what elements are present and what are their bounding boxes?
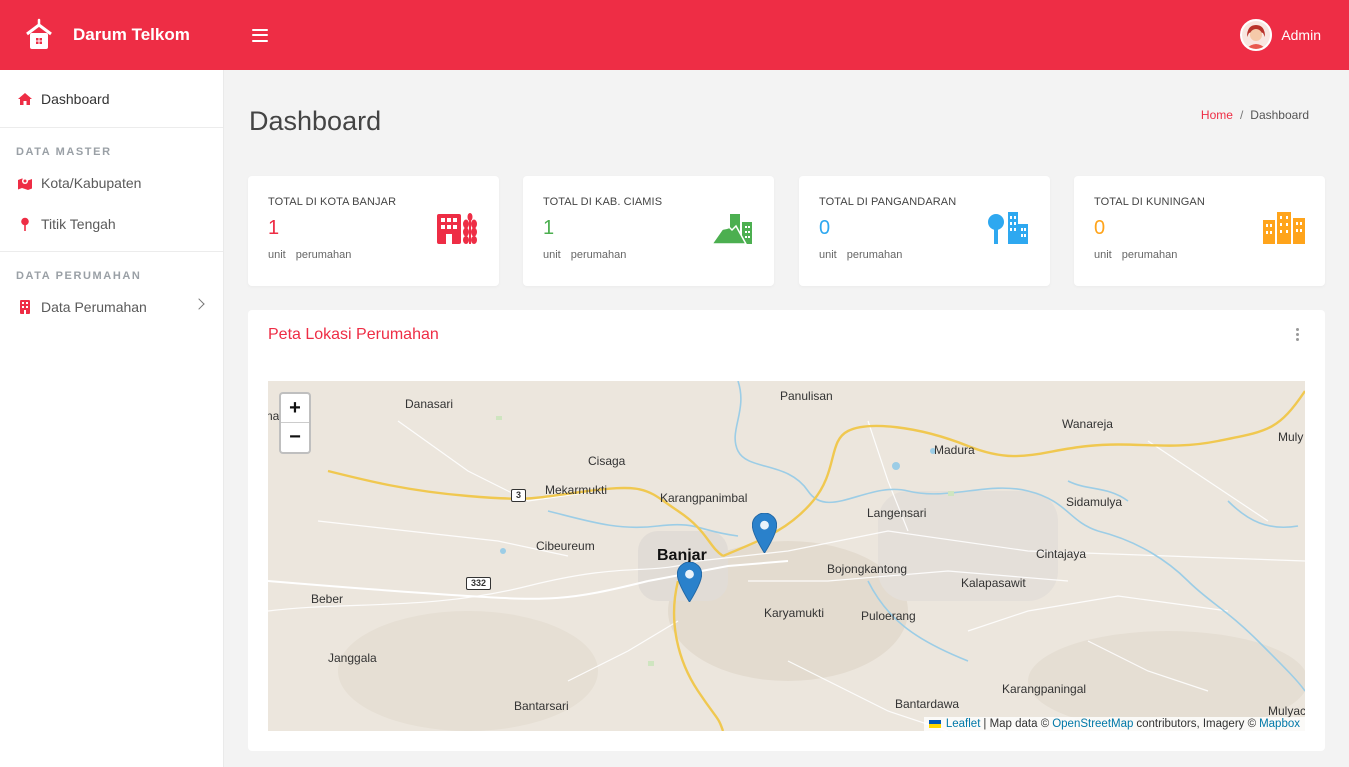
section-title-master: DATA MASTER (16, 146, 112, 158)
stat-unit: unit (543, 249, 561, 261)
stat-label: TOTAL DI KAB. CIAMIS (543, 196, 663, 208)
sidebar-item-label: Titik Tengah (41, 215, 116, 232)
breadcrumb-current: Dashboard (1250, 108, 1309, 122)
map-label: Cisaga (588, 454, 626, 468)
stat-card-pangandaran: TOTAL DI PANGANDARAN 0 unit perumahan (799, 176, 1050, 286)
stat-card-banjar: TOTAL DI KOTA BANJAR 1 unit perumahan (248, 176, 499, 286)
map-card: Peta Lokasi Perumahan na Danasari Panuli… (248, 310, 1325, 751)
attribution-text: | Map data © (983, 718, 1050, 730)
more-options-icon[interactable] (1296, 328, 1299, 341)
stat-label: TOTAL DI PANGANDARAN (819, 196, 957, 208)
map-marker-icon[interactable] (752, 513, 777, 553)
brand-name: Darum Telkom (73, 25, 190, 44)
road-shield: 332 (466, 577, 492, 590)
chevron-right-icon (193, 298, 205, 310)
stat-card-ciamis: TOTAL DI KAB. CIAMIS 1 unit perumahan (523, 176, 774, 286)
page-title: Dashboard (249, 106, 382, 136)
map-location-icon (17, 175, 33, 191)
top-navbar: Darum Telkom Admin (0, 0, 1349, 70)
city-icon (437, 213, 477, 244)
map-label: Cibeureum (536, 539, 595, 553)
stat-desc: perumahan (570, 249, 627, 261)
user-name: Admin (1281, 27, 1321, 43)
map-label: Mulyac (1268, 704, 1305, 718)
sidebar-item-kota[interactable]: Kota/Kabupaten (0, 162, 223, 203)
sidebar-item-data-perumahan[interactable]: Data Perumahan (0, 286, 223, 327)
map-label: Puloerang (861, 609, 916, 623)
stat-desc: perumahan (1121, 249, 1178, 261)
road-shield: 3 (511, 489, 527, 502)
zoom-control: + − (279, 392, 311, 454)
sidebar-item-label: Dashboard (41, 91, 110, 107)
section-title-perumahan: DATA PERUMAHAN (16, 270, 142, 282)
map-label: Janggala (328, 651, 377, 665)
mountain-city-icon (712, 214, 752, 245)
map-label: Danasari (405, 397, 454, 411)
map-label: Bantardawa (895, 697, 960, 711)
map-label: Madura (934, 443, 975, 457)
stat-unit: unit (1094, 249, 1112, 261)
map-label: Muly (1278, 430, 1304, 444)
building-icon (1263, 212, 1305, 244)
map-label: Karyamukti (764, 606, 825, 620)
map-label: Wanareja (1062, 417, 1113, 431)
map-label: Cintajaya (1036, 547, 1087, 561)
tree-city-icon (988, 212, 1028, 244)
sidebar-item-titik-tengah[interactable]: Titik Tengah (0, 203, 223, 244)
map-label: na (268, 409, 280, 423)
menu-toggle-icon[interactable] (252, 28, 268, 42)
stat-value: 1 (268, 217, 280, 239)
breadcrumb: Home / Dashboard (1201, 108, 1309, 122)
map-label: Kalapasawit (961, 576, 1026, 590)
attribution-text: contributors, Imagery © (1136, 718, 1257, 730)
building-icon (17, 299, 33, 315)
stat-unit: unit (819, 249, 837, 261)
breadcrumb-home-link[interactable]: Home (1201, 108, 1233, 122)
map-label: Sidamulya (1066, 495, 1123, 509)
brand[interactable]: Darum Telkom (0, 18, 224, 52)
stat-desc: perumahan (295, 249, 352, 261)
house-logo-icon (26, 18, 52, 49)
map-label: Bojongkantong (827, 562, 908, 576)
zoom-in-button[interactable]: + (281, 394, 309, 423)
mapbox-link[interactable]: Mapbox (1259, 718, 1300, 730)
map-attribution: Leaflet | Map data © OpenStreetMap contr… (923, 717, 1305, 731)
map-pin-icon (17, 216, 33, 232)
stat-label: TOTAL DI KUNINGAN (1094, 196, 1205, 208)
map-marker-icon[interactable] (677, 562, 702, 602)
stat-label: TOTAL DI KOTA BANJAR (268, 196, 397, 208)
map-card-title: Peta Lokasi Perumahan (268, 326, 439, 343)
stat-value: 0 (819, 217, 831, 239)
map-label: Karangpaningal (1002, 682, 1087, 696)
map-label: Beber (311, 592, 344, 606)
user-menu[interactable]: Admin (1240, 19, 1321, 51)
map-label: Karangpanimbal (660, 491, 748, 505)
stat-value: 1 (543, 217, 555, 239)
map-label: Panulisan (780, 389, 833, 403)
home-icon (17, 91, 33, 107)
sidebar-item-dashboard[interactable]: Dashboard (0, 78, 223, 120)
stat-unit: unit (268, 249, 286, 261)
stat-desc: perumahan (846, 249, 903, 261)
stat-value: 0 (1094, 217, 1106, 239)
sidebar-item-label: Data Perumahan (41, 298, 147, 315)
leaflet-link[interactable]: Leaflet (946, 718, 981, 730)
osm-link[interactable]: OpenStreetMap (1052, 718, 1133, 730)
breadcrumb-separator: / (1239, 108, 1244, 122)
map-tiles (268, 381, 1305, 731)
zoom-out-button[interactable]: − (281, 423, 309, 452)
sidebar: Dashboard DATA MASTER Kota/Kabupaten Tit… (0, 70, 224, 767)
map-label: Bantarsari (514, 699, 569, 713)
map-view[interactable]: na Danasari Panulisan Wanareja Madura Mu… (268, 381, 1305, 731)
ukraine-flag-icon (928, 720, 941, 728)
map-label: Mekarmukti (545, 483, 608, 497)
avatar (1240, 19, 1273, 51)
sidebar-item-label: Kota/Kabupaten (41, 174, 142, 191)
stat-card-kuningan: TOTAL DI KUNINGAN 0 unit perumahan (1074, 176, 1325, 286)
map-label: Langensari (867, 506, 927, 520)
